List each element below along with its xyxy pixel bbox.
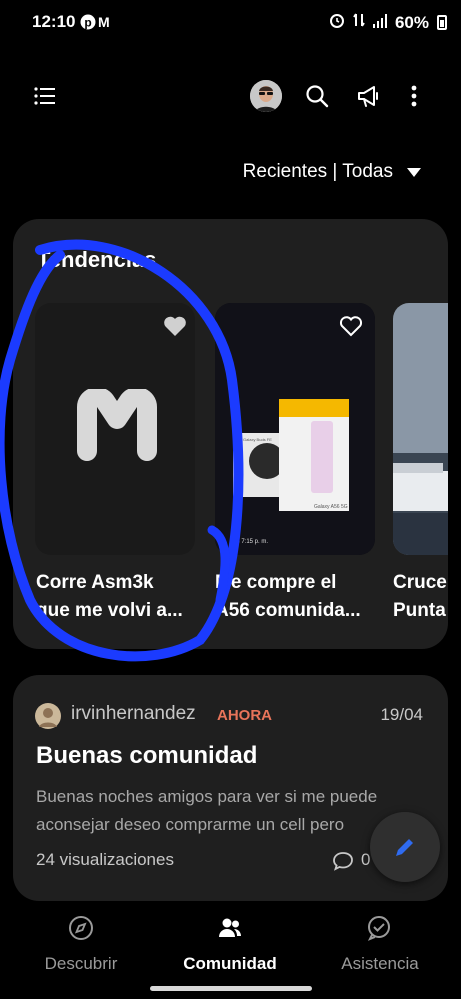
post-date: 19/04 bbox=[380, 705, 423, 724]
battery-icon bbox=[437, 15, 447, 30]
megaphone-icon[interactable] bbox=[351, 78, 387, 114]
pencil-icon bbox=[396, 839, 413, 856]
status-time: 12:10 bbox=[32, 12, 76, 31]
filter-label: Recientes | Todas bbox=[242, 161, 393, 182]
cruise-photo bbox=[393, 303, 448, 555]
nav-item-discover[interactable]: Descubrir bbox=[11, 915, 151, 974]
more-vert-icon[interactable] bbox=[396, 78, 432, 114]
comment-icon bbox=[333, 852, 353, 871]
gmail-icon: M bbox=[98, 14, 110, 30]
trending-card-3-title[interactable]: Cruce Punta bbox=[393, 569, 447, 625]
battery-percent: 60% bbox=[394, 12, 429, 32]
avatar[interactable] bbox=[250, 80, 282, 112]
post-time-badge: AHORA bbox=[217, 707, 272, 724]
svg-text:p: p bbox=[84, 16, 91, 30]
pinterest-icon: p bbox=[80, 14, 96, 35]
post-title[interactable]: Buenas comunidad bbox=[36, 742, 257, 770]
chevron-down-icon bbox=[407, 167, 421, 177]
user-avatar bbox=[35, 703, 61, 729]
status-bar: 12:10 p M 60% bbox=[0, 0, 461, 46]
bottom-nav: Descubrir Comunidad Asistencia bbox=[0, 905, 461, 999]
svg-text:Galaxy A56 5G: Galaxy A56 5G bbox=[314, 504, 348, 510]
support-chat-icon bbox=[367, 916, 390, 941]
home-indicator[interactable] bbox=[150, 986, 312, 991]
data-icon bbox=[353, 12, 365, 33]
people-icon bbox=[219, 918, 241, 937]
post-views: 24 visualizaciones bbox=[36, 850, 174, 869]
compose-button[interactable] bbox=[370, 812, 440, 882]
alarm-icon bbox=[329, 12, 345, 33]
nav-item-support[interactable]: Asistencia bbox=[310, 915, 450, 974]
search-icon[interactable] bbox=[299, 78, 335, 114]
nav-item-community[interactable]: Comunidad bbox=[160, 915, 300, 974]
annotation-circle bbox=[0, 239, 244, 662]
heart-outline-icon[interactable] bbox=[339, 315, 363, 337]
filter-dropdown[interactable]: Recientes | Todas bbox=[243, 161, 421, 183]
status-right: 60% bbox=[329, 12, 447, 33]
trending-card-3[interactable] bbox=[393, 303, 448, 555]
signal-icon bbox=[372, 13, 387, 33]
post-username[interactable]: irvinhernandez bbox=[71, 703, 196, 725]
compass-icon bbox=[69, 916, 93, 940]
comment-count: 0 bbox=[361, 850, 371, 869]
menu-list-icon[interactable] bbox=[27, 78, 63, 114]
